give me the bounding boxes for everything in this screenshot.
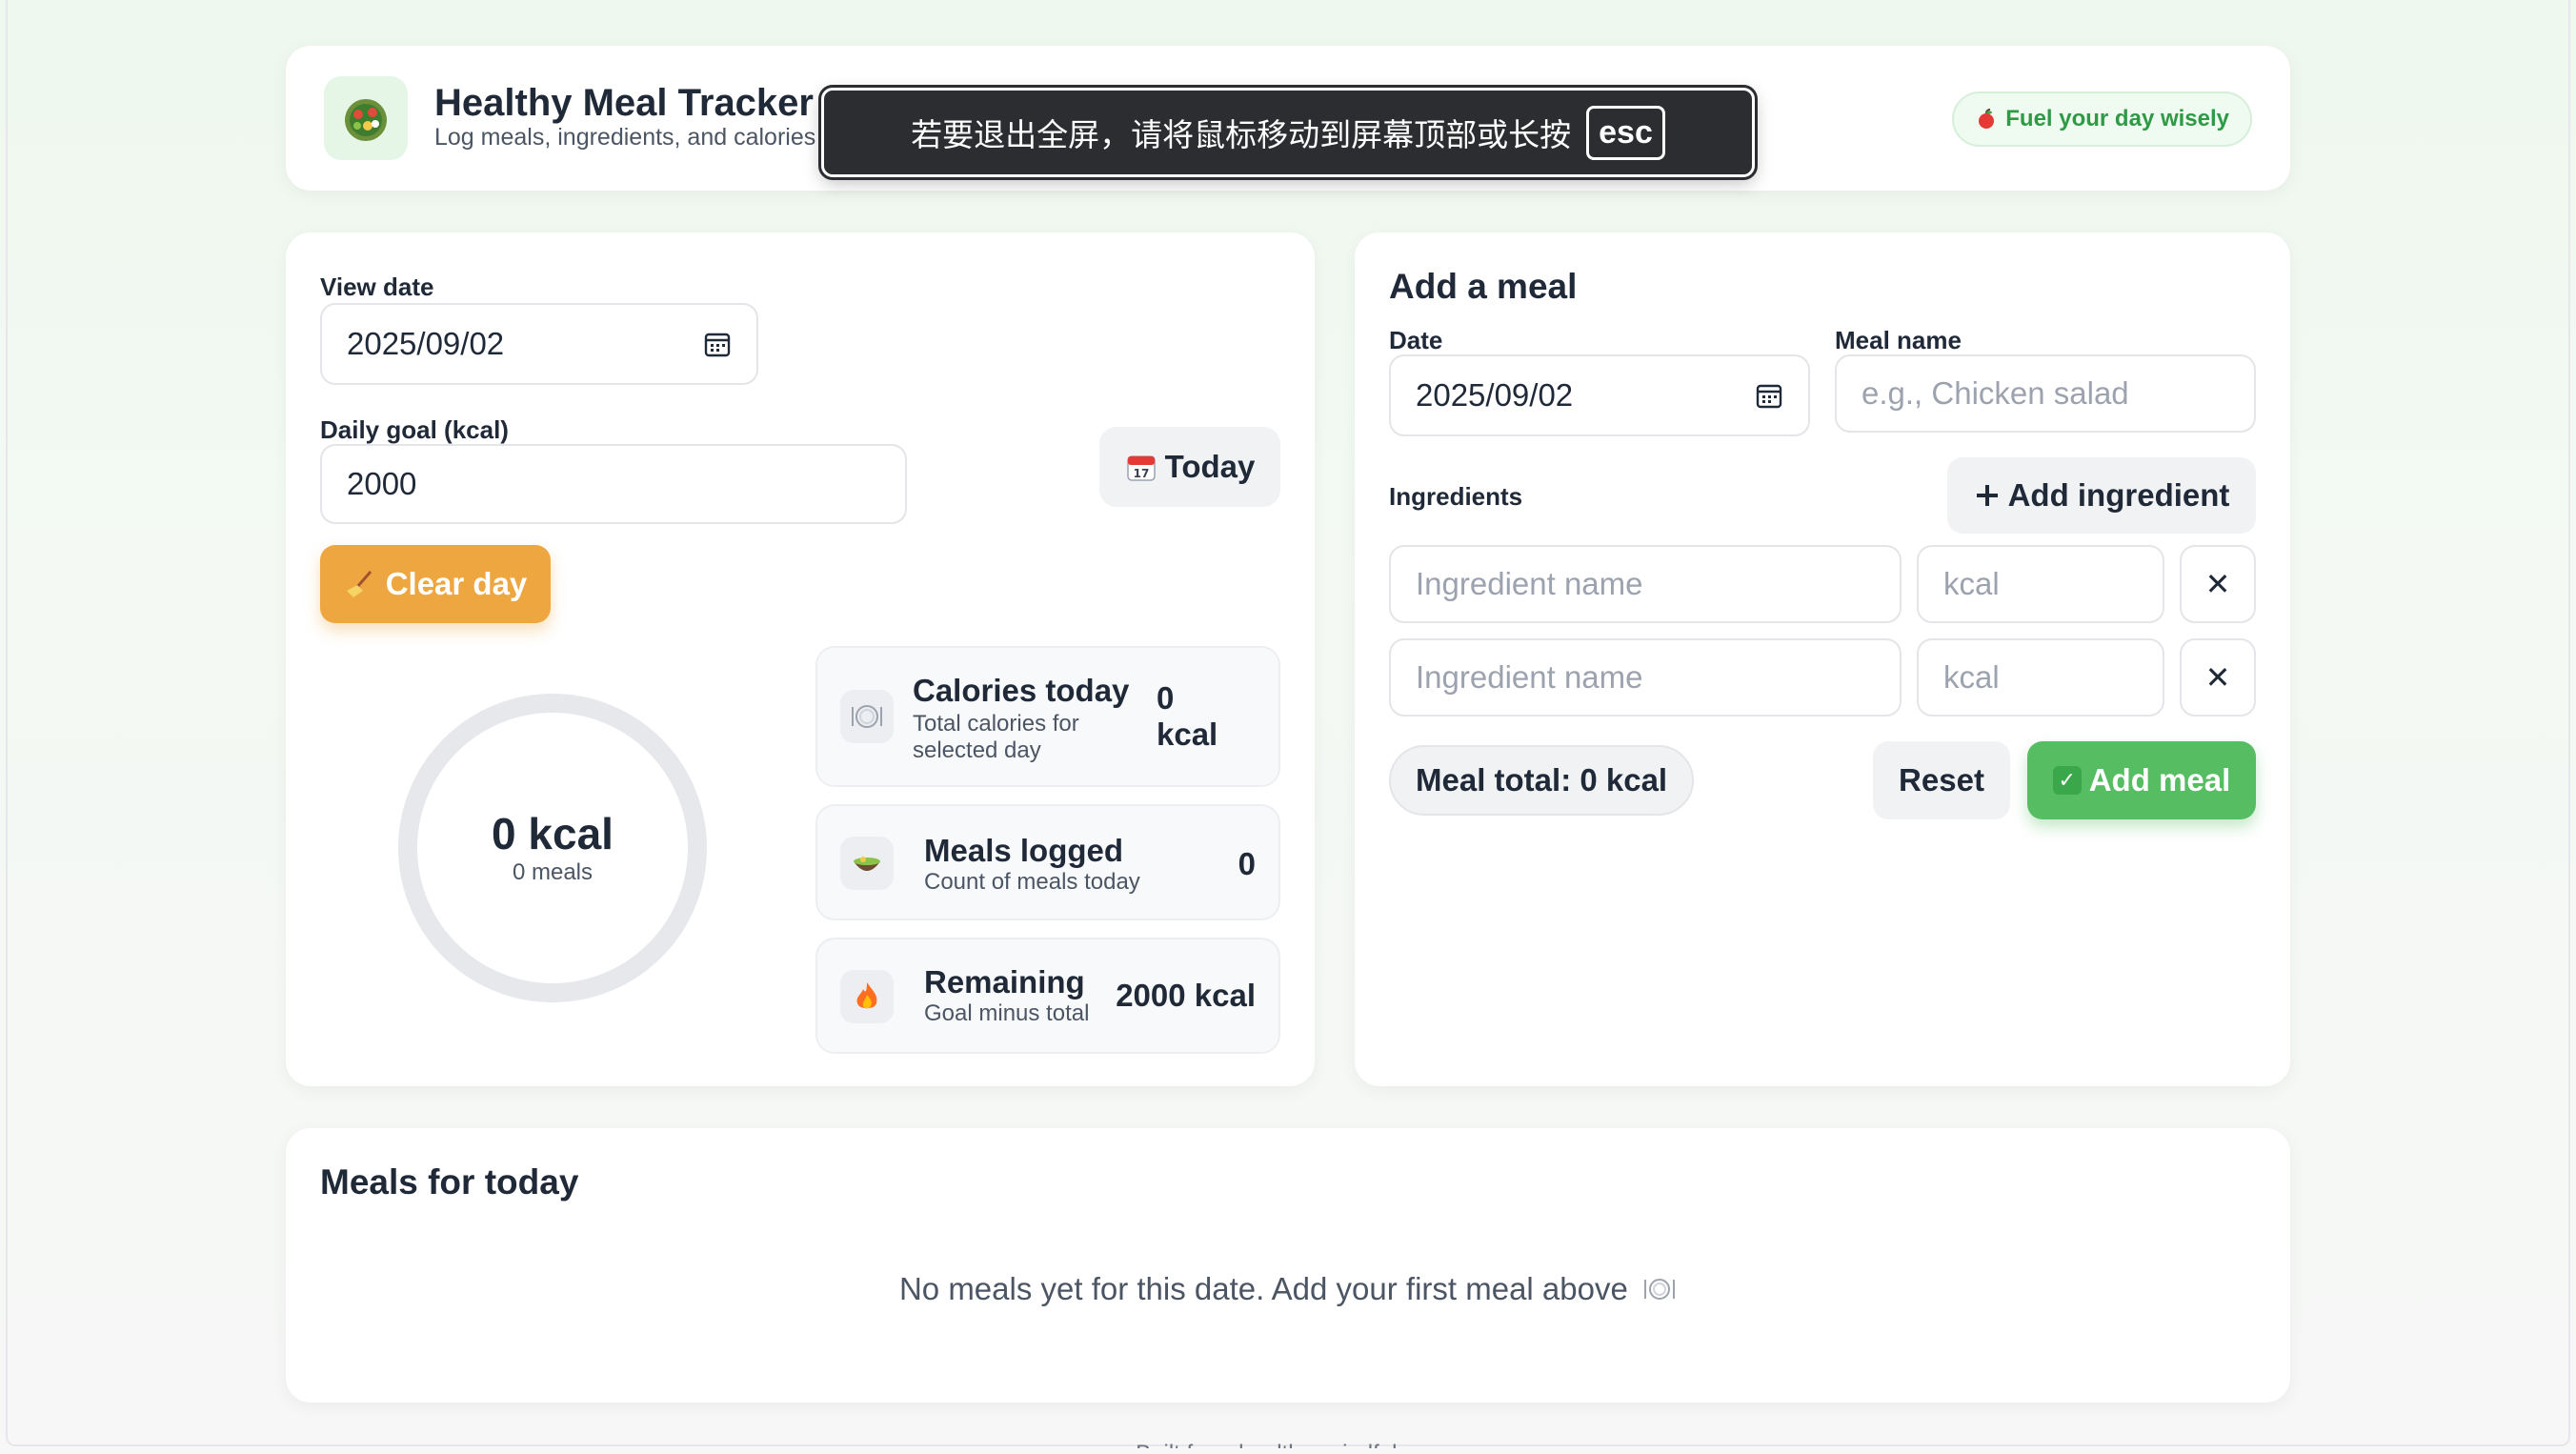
add-meal-panel: Add a meal Date 2025/09/02 Meal name e.g… bbox=[1355, 232, 2290, 1086]
calendar-icon[interactable] bbox=[703, 330, 732, 358]
tagline-text: Fuel your day wisely bbox=[2005, 106, 2229, 131]
app-title: Healthy Meal Tracker bbox=[434, 82, 814, 124]
tagline-badge: Fuel your day wisely bbox=[1952, 91, 2252, 147]
plus-icon bbox=[1976, 485, 1998, 506]
meals-list-panel: Meals for today No meals yet for this da… bbox=[286, 1128, 2290, 1403]
stat-value: 2000 kcal bbox=[1116, 978, 1256, 1013]
svg-text:17: 17 bbox=[1133, 467, 1149, 480]
close-icon: ✕ bbox=[2204, 660, 2231, 695]
stat-value: 0 bbox=[1238, 846, 1256, 881]
esc-key-badge: esc bbox=[1586, 105, 1665, 160]
apple-icon bbox=[1979, 109, 1995, 129]
today-button[interactable]: 17 Today bbox=[1099, 427, 1280, 507]
clear-day-button[interactable]: Clear day bbox=[320, 545, 551, 623]
ring-meals-count: 0 meals bbox=[512, 859, 594, 885]
today-button-label: Today bbox=[1164, 449, 1256, 484]
stat-remaining: Remaining Goal minus total 2000 kcal bbox=[815, 938, 1280, 1054]
meal-date-label: Date bbox=[1389, 326, 1443, 354]
check-icon: ✓ bbox=[2052, 766, 2082, 795]
remove-ingredient-button[interactable]: ✕ bbox=[2180, 545, 2256, 623]
stat-subtitle: Goal minus total bbox=[924, 1000, 1090, 1026]
stat-subtitle: Count of meals today bbox=[924, 869, 1140, 895]
stat-title: Calories today bbox=[913, 673, 1130, 708]
stat-value: 0 kcal bbox=[1157, 680, 1218, 752]
stat-meals-logged: Meals logged Count of meals today 0 bbox=[815, 804, 1280, 920]
bowl-icon bbox=[840, 837, 894, 890]
calendar-icon[interactable] bbox=[1755, 381, 1783, 410]
stat-calories-today: Calories today Total calories for select… bbox=[815, 646, 1280, 787]
clear-day-label: Clear day bbox=[385, 566, 528, 601]
daily-goal-input[interactable]: 2000 bbox=[320, 444, 907, 524]
view-date-input[interactable]: 2025/09/02 bbox=[320, 303, 758, 385]
add-ingredient-label: Add ingredient bbox=[2007, 477, 2230, 513]
daily-goal-value: 2000 bbox=[347, 466, 417, 501]
add-meal-label: Add meal bbox=[2088, 762, 2231, 798]
view-date-label: View date bbox=[320, 273, 434, 301]
ingredient-kcal-input[interactable]: kcal bbox=[1917, 638, 2164, 717]
daily-goal-label: Daily goal (kcal) bbox=[320, 415, 509, 444]
add-meal-title: Add a meal bbox=[1389, 267, 1578, 306]
ingredient-name-placeholder: Ingredient name bbox=[1416, 659, 1643, 695]
reset-button[interactable]: Reset bbox=[1873, 741, 2010, 819]
app-subtitle: Log meals, ingredients, and calories bbox=[434, 124, 816, 151]
add-ingredient-button[interactable]: Add ingredient bbox=[1947, 457, 2256, 534]
broom-icon bbox=[346, 571, 372, 597]
meal-date-input[interactable]: 2025/09/02 bbox=[1389, 354, 1810, 436]
fullscreen-hint-text: 若要退出全屏，请将鼠标移动到屏幕顶部或长按 bbox=[911, 116, 1572, 153]
ingredient-kcal-placeholder: kcal bbox=[1943, 659, 2000, 695]
meal-total-badge: Meal total: 0 kcal bbox=[1389, 745, 1695, 816]
plate-icon bbox=[840, 690, 894, 743]
meal-date-value: 2025/09/02 bbox=[1416, 377, 1574, 413]
empty-meals-message: No meals yet for this date. Add your fir… bbox=[286, 1271, 2290, 1307]
ingredients-label: Ingredients bbox=[1389, 482, 1523, 511]
fullscreen-exit-hint: 若要退出全屏，请将鼠标移动到屏幕顶部或长按 esc bbox=[818, 85, 1758, 180]
salad-logo-icon bbox=[324, 76, 408, 160]
summary-panel: View date 2025/09/02 Daily goal (kcal) 2… bbox=[286, 232, 1315, 1086]
view-date-value: 2025/09/02 bbox=[347, 326, 505, 361]
close-icon: ✕ bbox=[2204, 567, 2231, 601]
plate-icon bbox=[1644, 1279, 1676, 1300]
stat-subtitle: Total calories for selected day bbox=[913, 711, 1079, 763]
footer-text: Built for a healthy, mindful you bbox=[0, 1437, 2576, 1448]
stat-title: Meals logged bbox=[924, 833, 1124, 868]
ingredient-name-input[interactable]: Ingredient name bbox=[1389, 545, 1902, 623]
ingredient-kcal-input[interactable]: kcal bbox=[1917, 545, 2164, 623]
meal-name-placeholder: e.g., Chicken salad bbox=[1862, 375, 2129, 411]
meal-name-input[interactable]: e.g., Chicken salad bbox=[1835, 354, 2256, 433]
ingredient-name-placeholder: Ingredient name bbox=[1416, 566, 1643, 601]
empty-meals-text: No meals yet for this date. Add your fir… bbox=[898, 1271, 1628, 1306]
ingredient-kcal-placeholder: kcal bbox=[1943, 566, 2000, 601]
add-meal-button[interactable]: ✓ Add meal bbox=[2027, 741, 2256, 819]
remove-ingredient-button[interactable]: ✕ bbox=[2180, 638, 2256, 717]
ingredient-name-input[interactable]: Ingredient name bbox=[1389, 638, 1902, 717]
meals-title: Meals for today bbox=[320, 1162, 579, 1202]
calendar-emoji-icon: 17 bbox=[1126, 455, 1156, 481]
fire-icon bbox=[840, 970, 894, 1023]
stat-title: Remaining bbox=[924, 964, 1085, 1000]
meal-name-label: Meal name bbox=[1835, 326, 1962, 354]
ring-calories-value: 0 kcal bbox=[492, 809, 614, 858]
